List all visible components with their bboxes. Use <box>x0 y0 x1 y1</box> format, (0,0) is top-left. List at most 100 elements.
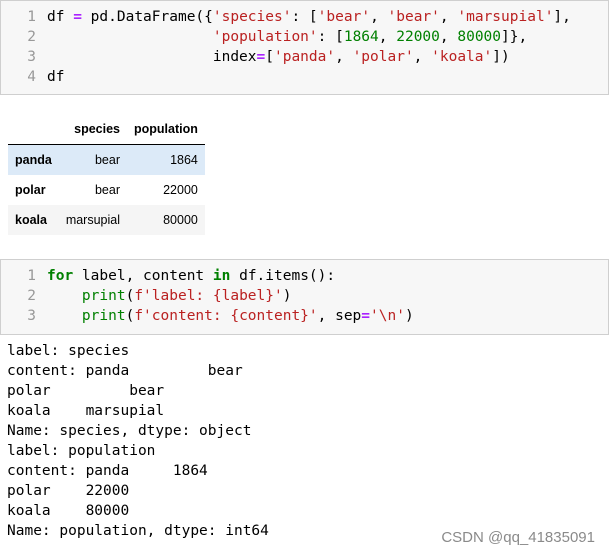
watermark: CSDN @qq_41835091 <box>441 529 595 546</box>
code-token: 'species' <box>212 9 292 25</box>
population-cell: 1864 <box>170 153 198 167</box>
code-token: index <box>47 49 257 65</box>
code-token: 'panda' <box>273 49 336 65</box>
output-line: koala marsupial <box>7 403 165 419</box>
code-line[interactable]: 1 for label, content in df.items(): <box>1 266 608 286</box>
code-token: : [ <box>291 9 318 25</box>
code-line[interactable]: 4 df <box>1 67 608 87</box>
code-token: f'content: {content}' <box>134 308 318 324</box>
code-cell-2[interactable]: 1 for label, content in df.items(): 2 prin… <box>0 259 609 335</box>
line-number: 3 <box>27 308 36 324</box>
species-column-header: species <box>58 114 127 145</box>
code-token: , <box>335 49 353 65</box>
population-column-header: population <box>127 114 205 145</box>
code-token: df <box>47 9 74 25</box>
output-line: Name: population, dtype: int64 <box>7 523 269 539</box>
population-cell: 22000 <box>163 183 198 197</box>
output-line: polar 22000 <box>7 483 130 499</box>
code-text: index=['panda', 'polar', 'koala']) <box>47 47 510 67</box>
species-cell: bear <box>94 183 120 197</box>
code-text: print(f'content: {content}', sep='\n') <box>47 306 414 326</box>
table-header-row: species population <box>8 114 205 145</box>
code-token: ]}, <box>501 29 528 45</box>
population-cell: 80000 <box>163 213 198 227</box>
code-token: for <box>47 268 74 284</box>
code-token: , <box>439 29 458 45</box>
table-body: panda bear 1864 polar bear 22000 koala m… <box>8 144 205 235</box>
code-token: 'bear' <box>387 9 440 25</box>
code-line[interactable]: 3 index=['panda', 'polar', 'koala']) <box>1 47 608 67</box>
code-line[interactable]: 1 df = pd.DataFrame({'species': ['bear', … <box>1 7 608 27</box>
code-text: df = pd.DataFrame({'species': ['bear', '… <box>47 7 571 27</box>
code-text: 'population': [1864, 22000, 80000]}, <box>47 27 527 47</box>
table-row: koala marsupial 80000 <box>8 205 205 235</box>
output-line: polar bear <box>7 383 165 399</box>
output-line: Name: species, dtype: object <box>7 423 252 439</box>
table-row: polar bear 22000 <box>8 175 205 205</box>
output-line: content: panda 1864 <box>7 463 208 479</box>
output-line: label: population <box>7 443 156 459</box>
code-token: [ <box>265 49 274 65</box>
code-token: 80000 <box>457 29 502 45</box>
code-token: 1864 <box>343 29 379 45</box>
code-cell-1[interactable]: 1 df = pd.DataFrame({'species': ['bear', … <box>0 0 609 95</box>
code-token: print <box>81 288 126 304</box>
code-token: ) <box>404 308 414 324</box>
code-token: ( <box>125 308 135 324</box>
row-index: koala <box>15 213 47 227</box>
stdout-output: label: species content: panda bear polar b… <box>7 341 269 541</box>
line-number: 4 <box>27 69 36 85</box>
code-line[interactable]: 2 print(f'label: {label}') <box>1 286 608 306</box>
code-token: 'bear' <box>317 9 371 25</box>
code-token: , <box>370 9 388 25</box>
code-token: 'koala' <box>431 49 493 65</box>
code-token: , sep <box>317 308 362 324</box>
code-token: : [ <box>317 29 344 45</box>
line-number: 1 <box>27 268 36 284</box>
code-token: 'population' <box>212 29 318 45</box>
row-index: polar <box>15 183 46 197</box>
code-text: df <box>47 67 64 87</box>
code-token: label, content <box>73 268 213 284</box>
table-row: panda bear 1864 <box>8 144 205 175</box>
code-token: '\n' <box>370 308 405 324</box>
code-token: df <box>47 69 65 85</box>
output-line: content: panda bear <box>7 363 243 379</box>
code-token: f'label: {label}' <box>134 288 283 304</box>
code-token: , <box>439 9 458 25</box>
code-token: 'polar' <box>352 49 414 65</box>
code-token: ) <box>282 288 292 304</box>
code-token: ]) <box>492 49 510 65</box>
code-line[interactable]: 2 'population': [1864, 22000, 80000]}, <box>1 27 608 47</box>
dataframe-output-table: species population panda bear 1864 polar… <box>8 114 205 235</box>
species-cell: marsupial <box>65 213 120 227</box>
species-cell: bear <box>94 153 120 167</box>
code-token: = <box>256 49 266 65</box>
code-token: ( <box>125 288 135 304</box>
code-line[interactable]: 3 print(f'content: {content}', sep='\n') <box>1 306 608 326</box>
code-token: in <box>212 268 231 284</box>
output-line: label: species <box>7 343 130 359</box>
line-number: 1 <box>27 9 36 25</box>
code-token: 22000 <box>396 29 440 45</box>
code-text: print(f'label: {label}') <box>47 286 292 306</box>
code-token: 'marsupial' <box>457 9 554 25</box>
row-index: panda <box>15 153 52 167</box>
code-token: print <box>81 308 126 324</box>
table-header: species population <box>8 114 205 145</box>
code-text: for label, content in df.items(): <box>47 266 335 286</box>
code-token: , <box>413 49 432 65</box>
code-token: , <box>378 29 397 45</box>
output-line: koala 80000 <box>7 503 130 519</box>
line-number: 3 <box>27 49 36 65</box>
line-number: 2 <box>27 288 36 304</box>
code-token: = <box>73 9 82 25</box>
code-token: = <box>361 308 371 324</box>
code-token: ], <box>553 9 571 25</box>
index-header <box>8 114 59 145</box>
code-token: df.items(): <box>230 268 336 284</box>
line-number: 2 <box>27 29 36 45</box>
